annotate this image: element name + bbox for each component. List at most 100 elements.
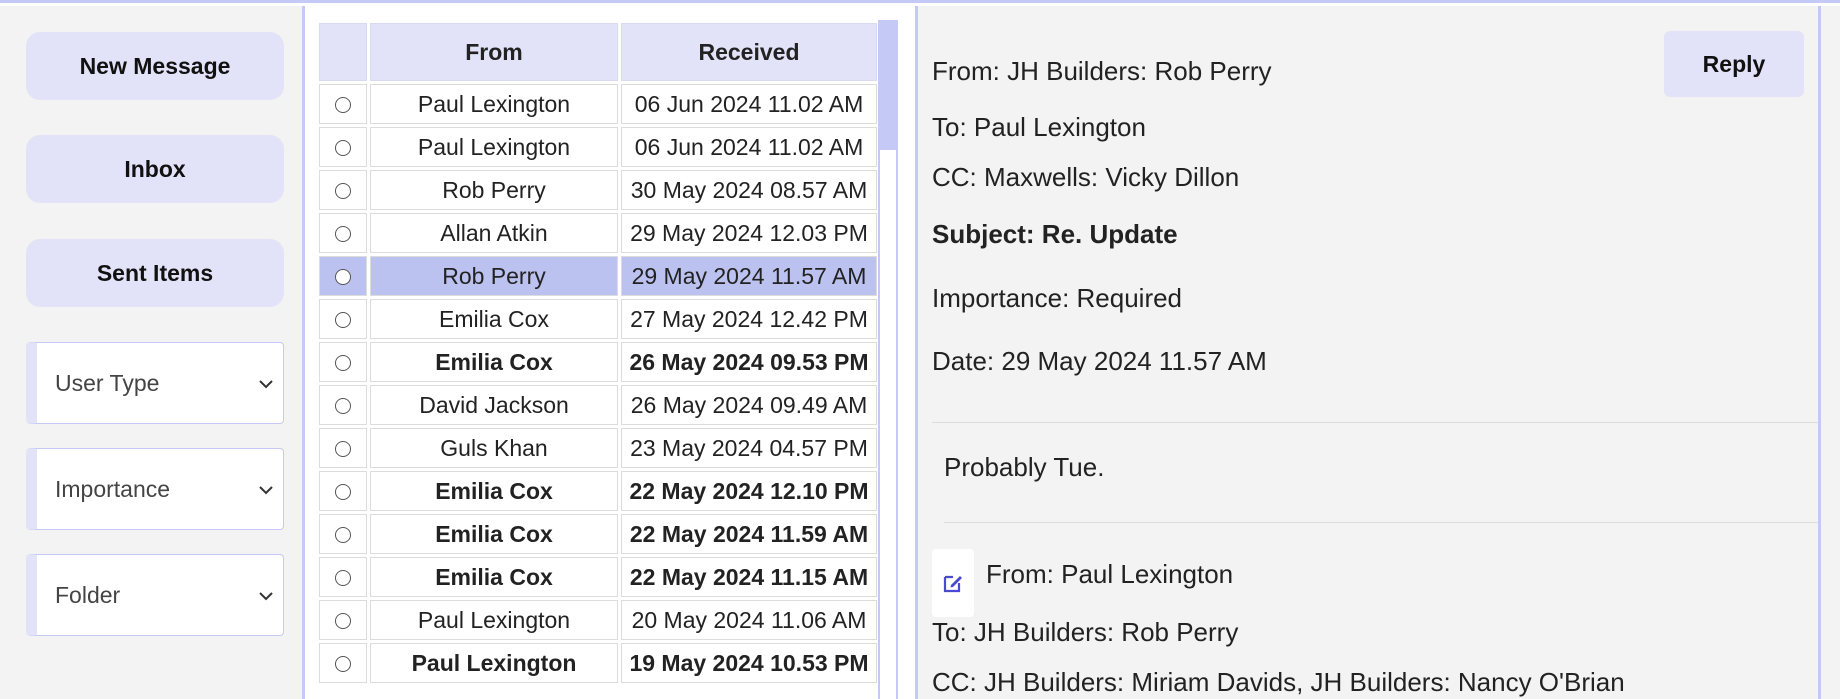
sidebar: New Message Inbox Sent Items User Type I…	[0, 6, 305, 699]
message-body: Probably Tue.	[944, 452, 1105, 482]
edit-icon[interactable]	[932, 549, 974, 617]
row-select-radio[interactable]	[335, 226, 351, 243]
row-radio-cell	[319, 213, 367, 253]
user-type-select[interactable]: User Type	[26, 342, 284, 424]
importance-select[interactable]: Importance	[26, 448, 284, 530]
message-table: From Received Paul Lexington 06 Jun 2024 …	[316, 20, 880, 686]
quoted-to: To: JH Builders: Rob Perry	[932, 617, 1239, 647]
row-received: 06 Jun 2024 11.02 AM	[621, 84, 877, 124]
row-from: Allan Atkin	[370, 213, 618, 253]
row-radio-cell	[319, 600, 367, 640]
row-from: David Jackson	[370, 385, 618, 425]
row-received: 22 May 2024 11.59 AM	[621, 514, 877, 554]
row-received: 22 May 2024 11.15 AM	[621, 557, 877, 597]
reply-button[interactable]: Reply	[1664, 31, 1804, 97]
row-select-radio[interactable]	[335, 441, 351, 458]
row-radio-cell	[319, 299, 367, 339]
row-from: Rob Perry	[370, 256, 618, 296]
row-select-radio[interactable]	[335, 312, 351, 329]
message-subject: Subject: Re. Update	[932, 219, 1178, 249]
quote-divider	[944, 522, 1820, 523]
select-column-header	[319, 23, 367, 81]
message-date: Date: 29 May 2024 11.57 AM	[932, 346, 1267, 376]
row-radio-cell	[319, 385, 367, 425]
message-list-scrollbar[interactable]	[878, 20, 898, 699]
table-row[interactable]: David Jackson 26 May 2024 09.49 AM	[319, 385, 877, 425]
from-column-header[interactable]: From	[370, 23, 618, 81]
row-radio-cell	[319, 643, 367, 683]
table-row[interactable]: Emilia Cox 26 May 2024 09.53 PM	[319, 342, 877, 382]
new-message-button[interactable]: New Message	[26, 32, 284, 100]
row-radio-cell	[319, 342, 367, 382]
row-select-radio[interactable]	[335, 269, 351, 286]
row-radio-cell	[319, 471, 367, 511]
message-cc: CC: Maxwells: Vicky Dillon	[932, 162, 1240, 192]
scrollbar-thumb[interactable]	[880, 20, 896, 150]
table-row[interactable]: Emilia Cox 22 May 2024 12.10 PM	[319, 471, 877, 511]
row-radio-cell	[319, 514, 367, 554]
row-select-radio[interactable]	[335, 97, 351, 114]
inbox-button[interactable]: Inbox	[26, 135, 284, 203]
row-select-radio[interactable]	[335, 398, 351, 415]
chevron-down-icon	[259, 585, 273, 606]
chevron-down-icon	[259, 373, 273, 394]
sent-items-button[interactable]: Sent Items	[26, 239, 284, 307]
row-from: Emilia Cox	[370, 514, 618, 554]
row-radio-cell	[319, 170, 367, 210]
row-from: Emilia Cox	[370, 342, 618, 382]
message-from: From: JH Builders: Rob Perry	[932, 56, 1272, 86]
row-received: 29 May 2024 11.57 AM	[621, 256, 877, 296]
importance-label: Importance	[55, 475, 171, 502]
table-row[interactable]: Rob Perry 29 May 2024 11.57 AM	[319, 256, 877, 296]
row-from: Guls Khan	[370, 428, 618, 468]
row-received: 27 May 2024 12.42 PM	[621, 299, 877, 339]
row-from: Emilia Cox	[370, 471, 618, 511]
row-from: Paul Lexington	[370, 643, 618, 683]
row-received: 20 May 2024 11.06 AM	[621, 600, 877, 640]
reading-pane-scrollbar[interactable]	[1818, 6, 1840, 699]
row-select-radio[interactable]	[335, 656, 351, 673]
header-divider	[932, 422, 1820, 423]
row-received: 26 May 2024 09.53 PM	[621, 342, 877, 382]
folder-label: Folder	[55, 581, 121, 608]
table-header-row: From Received	[319, 23, 877, 81]
table-row[interactable]: Allan Atkin 29 May 2024 12.03 PM	[319, 213, 877, 253]
user-type-label: User Type	[55, 369, 160, 396]
table-row[interactable]: Paul Lexington 19 May 2024 10.53 PM	[319, 643, 877, 683]
chevron-down-icon	[259, 479, 273, 500]
row-select-radio[interactable]	[335, 484, 351, 501]
row-received: 30 May 2024 08.57 AM	[621, 170, 877, 210]
table-row[interactable]: Paul Lexington 06 Jun 2024 11.02 AM	[319, 84, 877, 124]
table-row[interactable]: Paul Lexington 20 May 2024 11.06 AM	[319, 600, 877, 640]
row-select-radio[interactable]	[335, 613, 351, 630]
received-column-header[interactable]: Received	[621, 23, 877, 81]
row-received: 19 May 2024 10.53 PM	[621, 643, 877, 683]
row-select-radio[interactable]	[335, 570, 351, 587]
table-row[interactable]: Emilia Cox 22 May 2024 11.15 AM	[319, 557, 877, 597]
folder-select[interactable]: Folder	[26, 554, 284, 636]
row-received: 23 May 2024 04.57 PM	[621, 428, 877, 468]
message-to: To: Paul Lexington	[932, 112, 1146, 142]
message-importance: Importance: Required	[932, 283, 1183, 313]
row-from: Paul Lexington	[370, 84, 618, 124]
row-radio-cell	[319, 428, 367, 468]
row-select-radio[interactable]	[335, 355, 351, 372]
table-row[interactable]: Emilia Cox 22 May 2024 11.59 AM	[319, 514, 877, 554]
row-from: Emilia Cox	[370, 557, 618, 597]
table-row[interactable]: Rob Perry 30 May 2024 08.57 AM	[319, 170, 877, 210]
row-select-radio[interactable]	[335, 527, 351, 544]
table-row[interactable]: Paul Lexington 06 Jun 2024 11.02 AM	[319, 127, 877, 167]
row-received: 29 May 2024 12.03 PM	[621, 213, 877, 253]
row-from: Paul Lexington	[370, 127, 618, 167]
table-row[interactable]: Emilia Cox 27 May 2024 12.42 PM	[319, 299, 877, 339]
quoted-from: From: Paul Lexington	[986, 559, 1234, 589]
table-row[interactable]: Guls Khan 23 May 2024 04.57 PM	[319, 428, 877, 468]
row-received: 26 May 2024 09.49 AM	[621, 385, 877, 425]
message-rows: Paul Lexington 06 Jun 2024 11.02 AM Paul L…	[319, 84, 877, 683]
row-radio-cell	[319, 84, 367, 124]
row-select-radio[interactable]	[335, 183, 351, 200]
row-received: 22 May 2024 12.10 PM	[621, 471, 877, 511]
reading-pane: Reply From: JH Builders: Rob Perry To: P…	[918, 6, 1820, 699]
row-received: 06 Jun 2024 11.02 AM	[621, 127, 877, 167]
row-select-radio[interactable]	[335, 140, 351, 157]
